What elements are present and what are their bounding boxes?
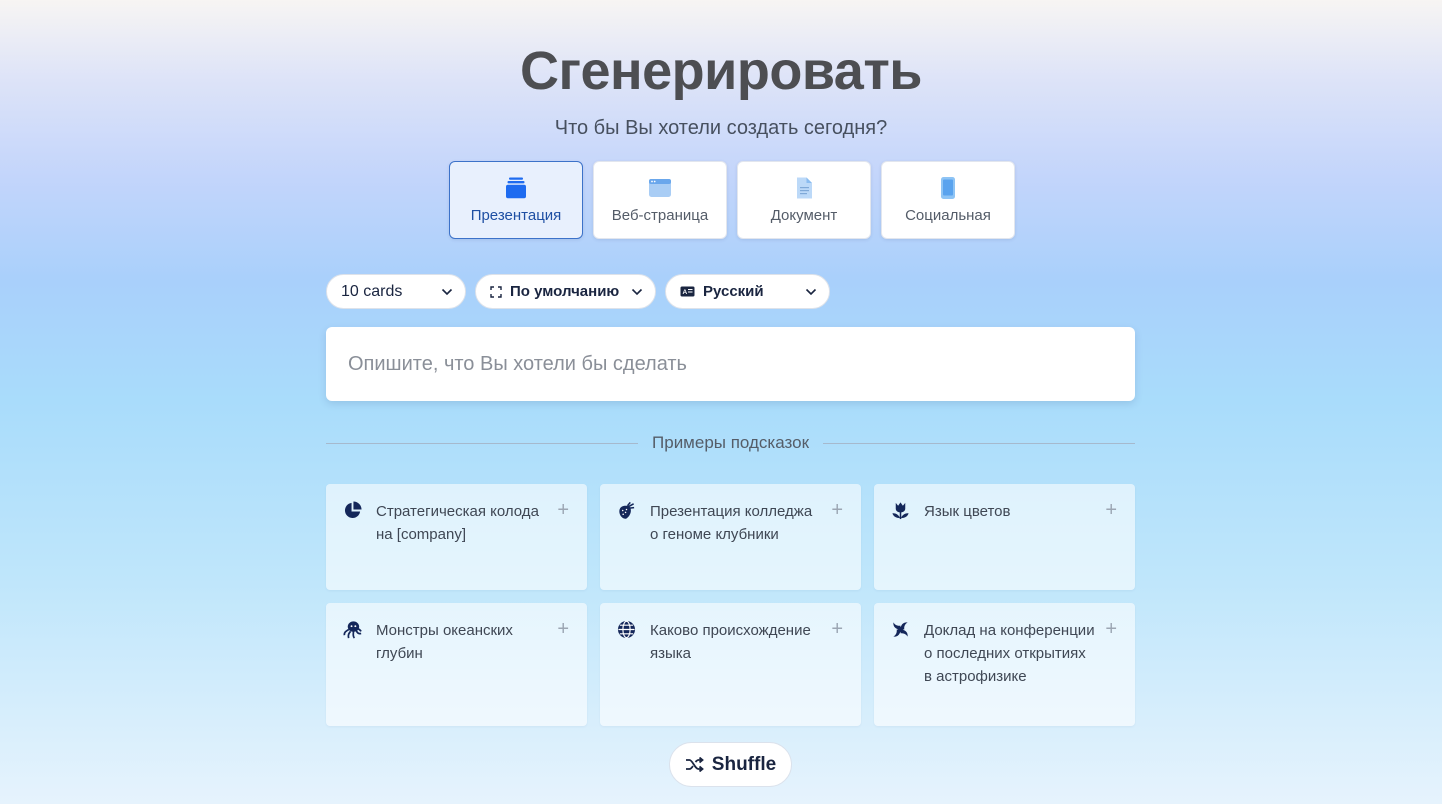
tab-label: Презентация xyxy=(470,207,562,224)
divider-line xyxy=(326,442,639,444)
examples-divider: Примеры подсказок xyxy=(326,430,1136,456)
example-card[interactable]: Доклад на конференции о последних открыт… xyxy=(874,603,1135,726)
shuffle-label: Shuffle xyxy=(711,753,777,775)
plus-icon: + xyxy=(557,499,569,521)
example-text: Язык цветов xyxy=(924,503,1011,520)
phone-icon xyxy=(935,175,961,201)
example-prompts-grid: Стратегическая колода на [company] + Пре… xyxy=(326,484,1135,726)
octopus-icon xyxy=(342,619,362,639)
svg-text:A: A xyxy=(683,289,688,296)
card-count-value: 10 cards xyxy=(341,282,403,300)
tab-label: Веб-страница xyxy=(611,207,709,224)
example-text: Доклад на конференции о последних открыт… xyxy=(924,622,1095,685)
galaxy-icon xyxy=(890,619,910,639)
shuffle-icon xyxy=(685,757,704,772)
tab-label: Социальная xyxy=(905,207,991,224)
content-type-tabs: Презентация Веб-страница Документ Социал… xyxy=(449,161,1015,239)
plus-icon: + xyxy=(831,618,843,640)
chevron-down-icon xyxy=(805,288,817,296)
example-text: Каково происхождение языка xyxy=(650,622,811,662)
example-text: Презентация колледжа о геноме клубники xyxy=(650,503,813,543)
language-value: Русский xyxy=(703,283,764,300)
generation-options: 10 cards По умолчанию A Русский xyxy=(326,274,830,309)
examples-heading: Примеры подсказок xyxy=(652,433,809,452)
plus-icon: + xyxy=(831,499,843,521)
example-card[interactable]: Монстры океанских глубин + xyxy=(326,603,587,726)
tab-social[interactable]: Социальная xyxy=(881,161,1015,239)
example-text: Монстры океанских глубин xyxy=(376,622,513,662)
page-subtitle: Что бы Вы хотели создать сегодня? xyxy=(554,117,888,139)
shuffle-button[interactable]: Shuffle xyxy=(669,742,792,787)
tab-presentation[interactable]: Презентация xyxy=(449,161,583,239)
tab-document[interactable]: Документ xyxy=(737,161,871,239)
tab-label: Документ xyxy=(770,207,838,224)
aspect-ratio-icon xyxy=(490,285,502,298)
example-card[interactable]: Язык цветов + xyxy=(874,484,1135,590)
presentation-stack-icon xyxy=(503,175,529,201)
plus-icon: + xyxy=(1105,618,1117,640)
example-text: Стратегическая колода на [company] xyxy=(376,503,539,543)
language-select[interactable]: A Русский xyxy=(665,274,830,309)
example-card[interactable]: Стратегическая колода на [company] + xyxy=(326,484,587,590)
format-value: По умолчанию xyxy=(510,283,620,300)
strawberry-icon xyxy=(616,500,636,520)
format-select[interactable]: По умолчанию xyxy=(475,274,656,309)
chevron-down-icon xyxy=(631,288,643,296)
plus-icon: + xyxy=(557,618,569,640)
plus-icon: + xyxy=(1105,499,1117,521)
chevron-down-icon xyxy=(441,288,453,296)
page-title: Сгенерировать xyxy=(520,41,922,101)
prompt-input[interactable] xyxy=(348,352,1108,376)
tab-webpage[interactable]: Веб-страница xyxy=(593,161,727,239)
example-card[interactable]: Презентация колледжа о геноме клубники + xyxy=(600,484,861,590)
flower-icon xyxy=(890,500,910,520)
prompt-box xyxy=(326,327,1135,401)
divider-line xyxy=(823,442,1136,444)
language-icon: A xyxy=(680,286,695,297)
pie-chart-icon xyxy=(342,500,362,520)
webpage-icon xyxy=(647,175,673,201)
card-count-select[interactable]: 10 cards xyxy=(326,274,466,309)
document-icon xyxy=(791,175,817,201)
example-card[interactable]: Каково происхождение языка + xyxy=(600,603,861,726)
globe-icon xyxy=(616,619,636,639)
